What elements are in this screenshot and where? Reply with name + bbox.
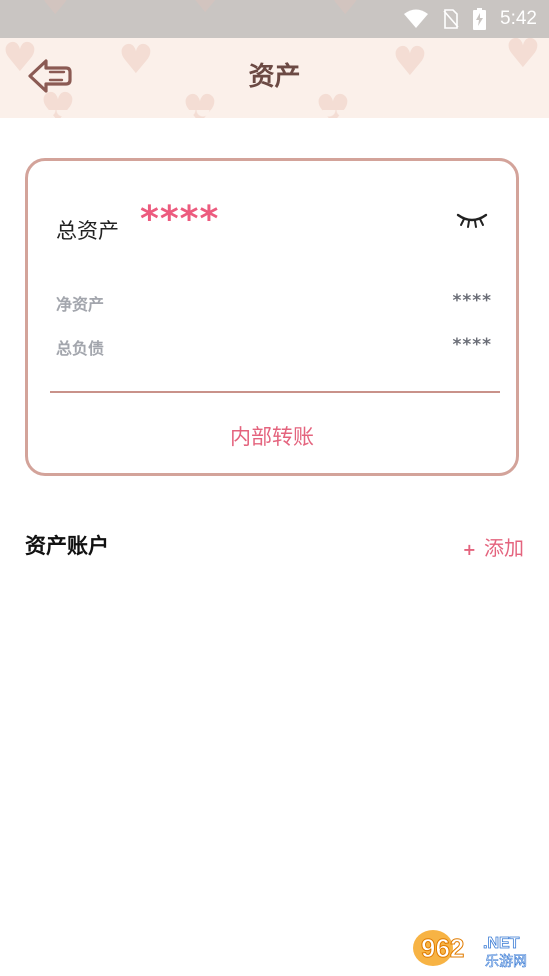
total-assets-value: **** bbox=[140, 199, 220, 240]
card-divider bbox=[50, 391, 500, 393]
app-bar-scallop bbox=[0, 110, 549, 118]
internal-transfer-button[interactable]: 内部转账 bbox=[28, 421, 516, 451]
total-liabilities-label: 总负债 bbox=[56, 339, 105, 358]
asset-accounts-title: 资产账户 bbox=[25, 534, 109, 558]
closed-eye-icon bbox=[456, 213, 488, 228]
plus-icon: + bbox=[462, 540, 476, 559]
status-time: 5:42 bbox=[500, 8, 537, 29]
add-account-button[interactable]: + 添加 bbox=[463, 532, 524, 561]
app-bar: ♥ ♥ ♥ ♥ ♥ ♥ ♥ 资产 bbox=[0, 38, 549, 118]
add-account-label: 添加 bbox=[484, 536, 524, 560]
watermark-logo: 962 .NET 乐游网 bbox=[411, 926, 541, 970]
wifi-icon bbox=[404, 9, 429, 28]
battery-charging-icon bbox=[473, 8, 487, 30]
net-assets-value: **** bbox=[452, 291, 492, 311]
asset-summary-card: 总资产 **** 净资产 **** 总负债 **** 内部转账 bbox=[25, 158, 519, 476]
watermark-suffix: .NET bbox=[483, 935, 520, 952]
no-sim-icon bbox=[443, 9, 459, 29]
status-bar: ♥ ♥ ♥ 5:42 bbox=[0, 0, 549, 38]
total-assets-label: 总资产 bbox=[56, 219, 119, 243]
watermark-site: 乐游网 bbox=[485, 954, 527, 970]
net-assets-label: 净资产 bbox=[56, 295, 105, 314]
page-title: 资产 bbox=[248, 62, 301, 92]
visibility-toggle[interactable] bbox=[456, 209, 488, 231]
watermark-number: 962 bbox=[421, 933, 464, 963]
watermark-graphic: 962 .NET 乐游网 bbox=[413, 930, 527, 970]
status-icons: 5:42 bbox=[403, 0, 537, 38]
total-liabilities-value: **** bbox=[452, 335, 492, 355]
